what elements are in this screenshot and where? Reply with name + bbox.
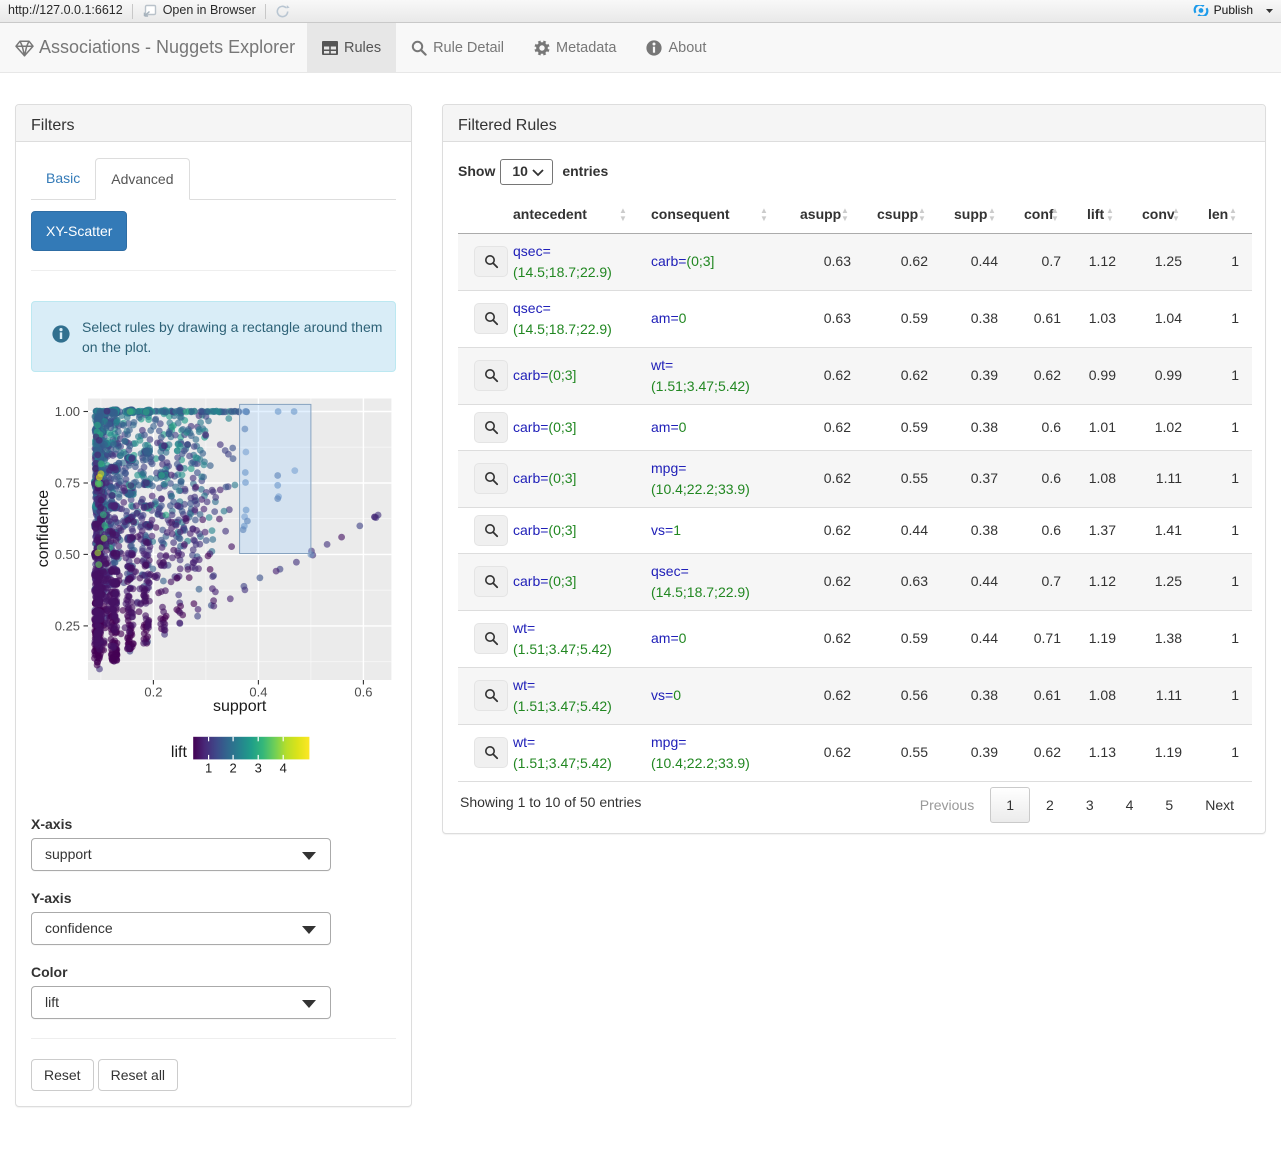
svg-text:1: 1 [205, 761, 212, 776]
svg-text:1.00: 1.00 [55, 404, 80, 419]
svg-text:2: 2 [229, 761, 236, 776]
svg-text:0.6: 0.6 [354, 685, 372, 700]
svg-text:0.25: 0.25 [55, 618, 80, 633]
svg-text:0.2: 0.2 [144, 685, 162, 700]
svg-text:confidence: confidence [35, 490, 52, 567]
svg-text:0.50: 0.50 [55, 547, 80, 562]
svg-text:lift: lift [171, 744, 188, 761]
svg-text:0.75: 0.75 [55, 476, 80, 491]
svg-text:support: support [213, 698, 267, 715]
svg-text:4: 4 [280, 761, 287, 776]
svg-text:3: 3 [255, 761, 262, 776]
